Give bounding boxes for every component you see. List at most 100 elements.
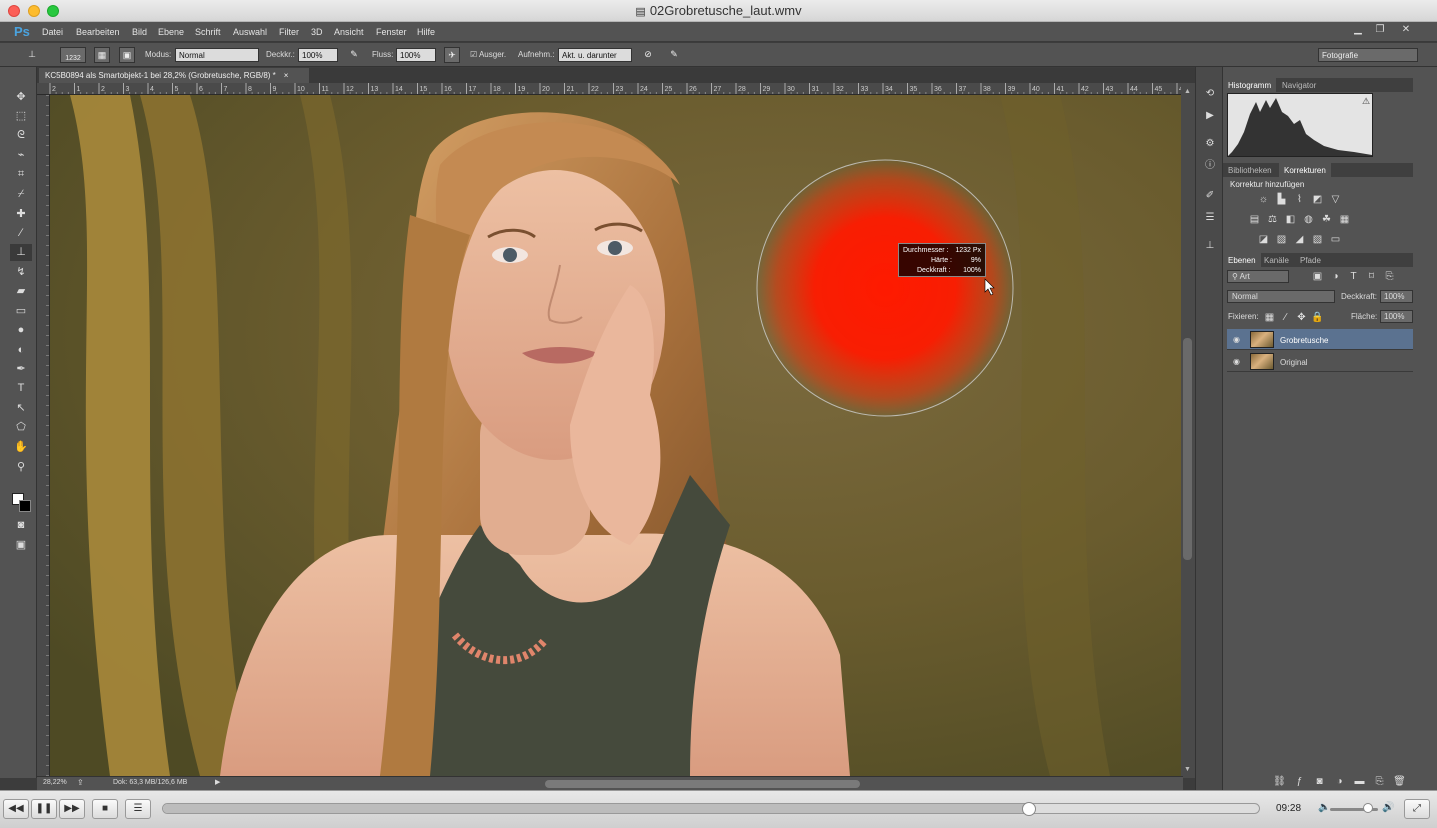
layer-row-original[interactable]: ◉ Original [1227,351,1413,372]
tab-korrekturen[interactable]: Korrekturen [1279,163,1331,177]
color-balance-icon[interactable]: ⚖ [1266,214,1279,225]
actions-play-icon[interactable]: ▶ [1203,109,1217,123]
layer-opacity-field[interactable]: 100% [1380,290,1413,303]
clone-source-panel-icon[interactable]: ⊥ [1203,239,1217,253]
new-layer-icon[interactable]: ⎘ [1373,776,1386,787]
hue-saturation-icon[interactable]: ▤ [1248,214,1261,225]
scroll-up-icon[interactable]: ▲ [1184,88,1191,95]
pen-tool-icon[interactable]: ✒ [10,361,32,378]
vibrance-icon[interactable]: ▽ [1329,194,1342,205]
history-brush-tool-icon[interactable]: ↯ [10,264,32,281]
menu-fenster[interactable]: Fenster [376,27,407,37]
visibility-eye-icon[interactable]: ◉ [1233,357,1240,366]
stop-button[interactable]: ■ [92,799,118,819]
lock-all-icon[interactable]: 🔒 [1311,312,1324,323]
link-layers-icon[interactable]: ⛓ [1273,776,1286,787]
tab-histogramm[interactable]: Histogramm [1223,78,1277,92]
document-tab[interactable]: KC5B0894 als Smartobjekt-1 bei 28,2% (Gr… [39,68,309,83]
posterize-icon[interactable]: ▨ [1275,234,1288,245]
brush-tool-icon[interactable]: ∕ [10,225,32,242]
quick-mask-icon[interactable]: ◙ [10,517,32,534]
aligned-checkbox[interactable]: ☑ Ausger. [470,50,506,59]
filter-adjustment-icon[interactable]: ◑ [1329,271,1342,282]
horizontal-scroll-thumb[interactable] [545,780,860,788]
exposure-icon[interactable]: ◩ [1311,194,1324,205]
clone-stamp-tool-icon[interactable]: ⊥ [10,244,32,261]
minimize-icon[interactable]: ▁ [1348,24,1368,38]
vertical-scroll-thumb[interactable] [1183,338,1192,560]
filter-shape-icon[interactable]: ⌑ [1365,271,1378,282]
filter-type-icon[interactable]: T [1347,271,1360,282]
visibility-eye-icon[interactable]: ◉ [1233,335,1240,344]
layer-row-grobretusche[interactable]: ◉ Grobretusche [1227,329,1413,350]
layer-style-icon[interactable]: ƒ [1293,776,1306,787]
tab-ebenen[interactable]: Ebenen [1223,253,1261,267]
gradient-tool-icon[interactable]: ▭ [10,303,32,320]
type-tool-icon[interactable]: T [10,380,32,397]
menu-schrift[interactable]: Schrift [195,27,221,37]
layer-fill-field[interactable]: 100% [1380,310,1413,323]
shape-tool-icon[interactable]: ⬠ [10,419,32,436]
background-color-swatch[interactable] [19,500,31,512]
filter-smartobject-icon[interactable]: ⎘ [1383,271,1396,282]
fullscreen-button[interactable]: ⤢ [1404,799,1430,819]
tab-navigator[interactable]: Navigator [1277,78,1321,92]
warning-icon[interactable]: ⚠ [1362,96,1370,107]
pressure-size-icon[interactable]: ✎ [666,47,682,63]
marquee-tool-icon[interactable]: ⬚ [10,108,32,125]
channel-mixer-icon[interactable]: ☘ [1320,214,1333,225]
screen-mode-icon[interactable]: ▣ [10,537,32,554]
info-icon[interactable]: ⓘ [1203,159,1217,173]
playlist-button[interactable]: ☰ [125,799,151,819]
crop-tool-icon[interactable]: ⌗ [10,166,32,183]
menu-bild[interactable]: Bild [132,27,147,37]
eraser-tool-icon[interactable]: ▰ [10,283,32,300]
close-tab-icon[interactable]: × [284,71,289,80]
lock-transparency-icon[interactable]: ▦ [1263,312,1276,323]
volume-high-icon[interactable]: 🔊 [1382,802,1394,813]
eyedropper-tool-icon[interactable]: ⌿ [10,186,32,203]
layer-filter-select[interactable]: ⚲ Art [1227,270,1289,283]
new-group-icon[interactable]: ▬ [1353,776,1366,787]
document-canvas[interactable] [50,95,1181,776]
blur-tool-icon[interactable]: ● [10,322,32,339]
filter-pixel-icon[interactable]: ▣ [1311,271,1324,282]
menu-ebene[interactable]: Ebene [158,27,184,37]
opacity-field[interactable]: 100% [298,48,338,62]
blend-mode-select[interactable]: Normal [1227,290,1335,303]
seek-bar[interactable] [162,803,1260,814]
brightness-icon[interactable]: ☼ [1257,194,1270,205]
zoom-tool-icon[interactable]: ⚲ [10,459,32,476]
black-white-icon[interactable]: ◧ [1284,214,1297,225]
clone-source-icon[interactable]: ▣ [119,47,135,63]
rewind-button[interactable]: ◀◀ [3,799,29,819]
menu-hilfe[interactable]: Hilfe [417,27,435,37]
dodge-tool-icon[interactable]: ◐ [10,342,32,359]
volume-knob[interactable] [1363,803,1374,813]
pressure-opacity-icon[interactable]: ✎ [346,47,362,63]
hand-tool-icon[interactable]: ✋ [10,439,32,456]
quick-selection-tool-icon[interactable]: ⌁ [10,147,32,164]
move-tool-icon[interactable]: ✥ [10,89,32,106]
properties-icon[interactable]: ⚙ [1203,137,1217,151]
adjust-sliders-icon[interactable]: ☰ [1203,211,1217,225]
close-icon[interactable]: ✕ [1396,24,1416,38]
pause-button[interactable]: ❚❚ [31,799,57,819]
healing-brush-tool-icon[interactable]: ✚ [10,206,32,223]
tab-bibliotheken[interactable]: Bibliotheken [1223,163,1277,177]
selective-color-icon[interactable]: ▧ [1311,234,1324,245]
new-adjustment-icon[interactable]: ◑ [1333,776,1346,787]
clone-stamp-tool-icon[interactable]: ⊥ [24,47,40,63]
share-icon[interactable]: ⇪ [77,778,84,787]
workspace-select[interactable]: Fotografie [1318,48,1418,62]
lock-pixels-icon[interactable]: ∕ [1279,312,1292,323]
status-menu-arrow-icon[interactable]: ▶ [215,778,220,786]
color-lookup-icon[interactable]: ▦ [1338,214,1351,225]
fast-forward-button[interactable]: ▶▶ [59,799,85,819]
photo-filter-icon[interactable]: ◍ [1302,214,1315,225]
lasso-tool-icon[interactable]: ᘓ [10,127,32,144]
menu-auswahl[interactable]: Auswahl [233,27,267,37]
brush-preset-picker[interactable]: 1232 [60,47,86,63]
volume-low-icon[interactable]: 🔈 [1318,802,1330,813]
brush-panel-icon[interactable]: ▦ [94,47,110,63]
